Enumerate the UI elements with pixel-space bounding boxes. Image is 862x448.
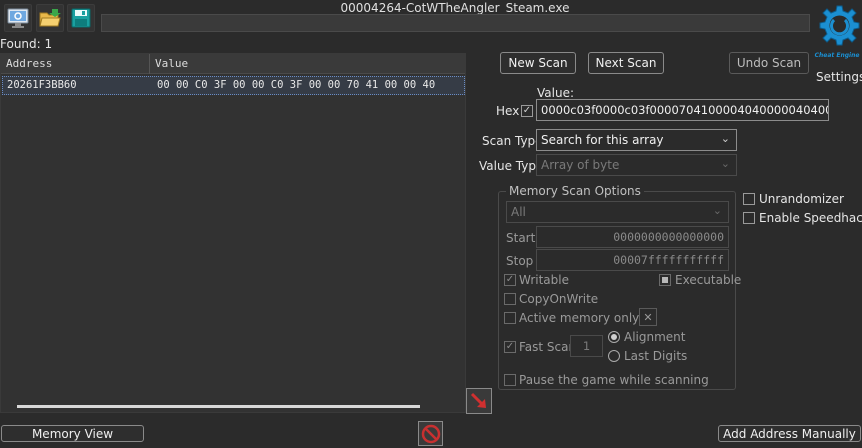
copyonwrite-label: CopyOnWrite — [519, 292, 599, 306]
next-scan-button[interactable]: Next Scan — [588, 52, 664, 74]
last-digits-radio[interactable] — [608, 350, 620, 362]
row-address: 20261F3BB60 — [7, 79, 77, 91]
speedhack-checkbox[interactable] — [743, 212, 755, 224]
column-header-address[interactable]: Address — [6, 57, 52, 70]
pause-game-label: Pause the game while scanning — [519, 373, 709, 387]
active-memory-checkbox[interactable] — [504, 312, 516, 324]
scan-progress-bar — [101, 14, 810, 32]
writable-label: Writable — [519, 273, 569, 287]
found-count: Found: 1 — [0, 37, 53, 51]
alignment-radio[interactable] — [608, 331, 620, 343]
add-address-manually-button[interactable]: Add Address Manually — [718, 425, 861, 442]
row-value: 00 00 C0 3F 00 00 C0 3F 00 00 70 41 00 0… — [157, 79, 436, 91]
column-separator[interactable] — [149, 54, 150, 74]
stop-icon — [421, 424, 440, 443]
fast-scan-value-input[interactable]: 1 — [570, 335, 603, 357]
new-scan-button[interactable]: New Scan — [500, 52, 576, 74]
chevron-down-icon: ⌄ — [720, 157, 730, 170]
table-row[interactable]: 20261F3BB60 00 00 C0 3F 00 00 C0 3F 00 0… — [2, 76, 465, 95]
hex-checkbox[interactable]: ✓ — [521, 105, 533, 117]
results-list-header: Address Value — [1, 54, 465, 74]
active-memory-label: Active memory only — [519, 311, 640, 325]
column-header-value[interactable]: Value — [155, 57, 188, 70]
fast-scan-checkbox[interactable]: ✓ — [504, 341, 516, 353]
memory-region-selected: All — [511, 205, 526, 219]
process-select-icon[interactable] — [4, 4, 32, 32]
open-file-icon[interactable] — [36, 4, 64, 32]
stop-label: Stop — [506, 254, 534, 268]
pause-game-checkbox[interactable] — [504, 374, 516, 386]
chevron-down-icon: ⌄ — [720, 132, 730, 145]
copyonwrite-checkbox[interactable] — [504, 293, 516, 305]
writable-checkbox[interactable]: ✓ — [504, 274, 516, 286]
value-type-selected: Array of byte — [541, 158, 620, 172]
executable-checkbox[interactable] — [659, 274, 671, 286]
cheat-engine-logo[interactable]: Cheat Engine Settings — [812, 2, 862, 84]
stop-button[interactable] — [418, 421, 443, 446]
executable-label: Executable — [675, 273, 742, 287]
fast-scan-label: Fast Scan — [519, 340, 577, 354]
value-label: Value: — [537, 86, 574, 100]
start-address-input[interactable]: 0000000000000000 — [536, 226, 729, 248]
undo-scan-button[interactable]: Undo Scan — [729, 52, 809, 74]
hex-label: Hex — [496, 104, 520, 118]
value-type-label: Value Type — [479, 159, 544, 173]
stop-address-input[interactable]: 00007fffffffffff — [536, 249, 729, 271]
window-title: 00004264-CotWTheAngler_Steam.exe — [340, 1, 570, 15]
memory-view-button[interactable]: Memory View — [1, 425, 144, 442]
memory-scan-options-title: Memory Scan Options — [506, 184, 644, 198]
add-to-address-list-button[interactable] — [466, 388, 492, 414]
last-digits-label: Last Digits — [624, 349, 688, 363]
clear-active-memory-button[interactable]: ✕ — [639, 308, 657, 326]
scan-type-label: Scan Type — [482, 134, 543, 148]
close-icon: ✕ — [643, 310, 653, 324]
scan-type-selected: Search for this array — [541, 133, 664, 147]
speedhack-label: Enable Speedhack — [759, 211, 862, 225]
results-list[interactable]: Address Value 20261F3BB60 00 00 C0 3F 00… — [0, 53, 466, 413]
chevron-down-icon: ⌄ — [712, 204, 722, 217]
start-label: Start — [506, 231, 536, 245]
scan-type-select[interactable]: Search for this array ⌄ — [536, 129, 737, 151]
cheat-engine-logo-icon: Cheat Engine — [815, 5, 860, 59]
settings-label[interactable]: Settings — [816, 70, 862, 84]
logo-brand-text: Cheat Engine — [815, 52, 860, 59]
unrandomizer-label: Unrandomizer — [759, 192, 844, 206]
value-type-select[interactable]: Array of byte ⌄ — [536, 154, 737, 176]
memory-region-select[interactable]: All ⌄ — [506, 201, 729, 223]
arrow-down-right-icon — [470, 392, 486, 408]
horizontal-scrollbar[interactable] — [17, 405, 420, 408]
alignment-label: Alignment — [624, 330, 686, 344]
save-file-icon[interactable] — [67, 4, 95, 32]
value-input[interactable]: 0000c03f0000c03f000070410000404000004040… — [536, 99, 829, 121]
unrandomizer-checkbox[interactable] — [743, 193, 755, 205]
